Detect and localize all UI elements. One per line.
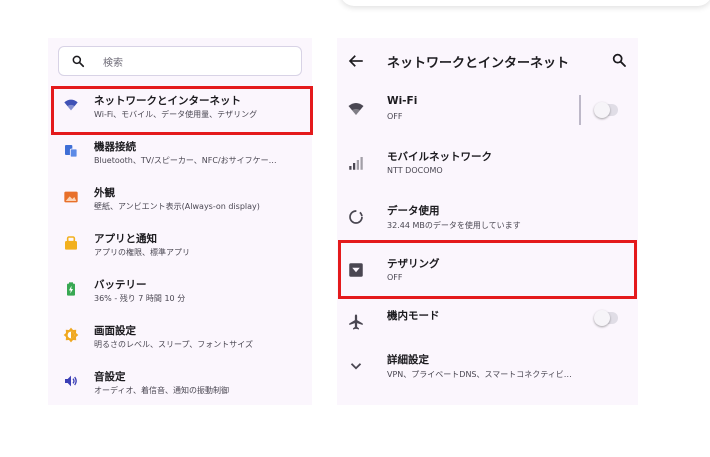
network-item-advanced[interactable]: 詳細設定 VPN、プライベートDNS、スマートコネクティビ… (337, 343, 638, 393)
highlight-network-item (51, 86, 313, 135)
item-title: アプリと通知 (94, 233, 157, 245)
item-title: 音設定 (94, 371, 126, 383)
item-subtitle: VPN、プライベートDNS、スマートコネクティビ… (387, 370, 572, 379)
settings-item-sound[interactable]: 音設定 オーディオ、着信音、通知の振動制御 (48, 363, 312, 407)
sound-icon (65, 375, 77, 387)
toggle-knob (594, 102, 610, 118)
item-subtitle: 壁紙、アンビエント表示(Always-on display) (94, 202, 260, 211)
wifi-toggle[interactable] (594, 102, 618, 118)
item-title: モバイルネットワーク (387, 151, 492, 163)
item-title: 詳細設定 (387, 354, 429, 366)
wallpaper-icon (64, 191, 78, 203)
item-subtitle: NTT DOCOMO (387, 166, 443, 175)
devices-icon (65, 145, 78, 158)
settings-item-apps-notifications[interactable]: アプリと通知 アプリの権限、標準アプリ (48, 225, 312, 269)
item-title: 画面設定 (94, 325, 136, 337)
airplane-mode-toggle[interactable] (594, 310, 618, 326)
item-subtitle: 明るさのレベル、スリープ、フォントサイズ (94, 340, 254, 349)
item-subtitle: オーディオ、着信音、通知の振動制御 (94, 386, 229, 395)
data-usage-icon (349, 210, 363, 224)
airplane-icon (349, 314, 363, 330)
network-item-wifi[interactable]: Wi-Fi OFF (337, 86, 638, 136)
item-subtitle: OFF (387, 112, 403, 121)
settings-item-battery[interactable]: バッテリー 36% - 残り 7 時間 10 分 (48, 271, 312, 315)
app-bar: ネットワークとインターネット (337, 38, 638, 84)
item-subtitle: Bluetooth、TV/スピーカー、NFC/おサイフケー… (94, 156, 277, 165)
network-item-data-usage[interactable]: データ使用 32.44 MBのデータを使用しています (337, 194, 638, 244)
item-title: 機内モード (387, 310, 440, 322)
item-title: データ使用 (387, 205, 440, 217)
highlight-tethering-item (338, 240, 637, 299)
item-subtitle: 32.44 MBのデータを使用しています (387, 221, 521, 230)
search-placeholder: 検索 (103, 58, 123, 69)
brightness-icon (63, 327, 79, 343)
page-title: ネットワークとインターネット (387, 56, 570, 71)
item-title: 機器接続 (94, 141, 136, 153)
top-card-edge (340, 0, 710, 6)
item-subtitle: 36% - 残り 7 時間 10 分 (94, 294, 186, 303)
wifi-icon (348, 103, 364, 115)
network-item-airplane-mode[interactable]: 機内モード (337, 299, 638, 349)
toggle-divider (579, 95, 581, 125)
item-title: 外観 (94, 187, 115, 199)
battery-icon (67, 282, 75, 296)
back-arrow-icon[interactable] (347, 52, 365, 70)
signal-icon (349, 157, 363, 170)
search-icon[interactable] (611, 52, 627, 68)
chevron-down-icon (350, 363, 362, 370)
settings-item-connected-devices[interactable]: 機器接続 Bluetooth、TV/スピーカー、NFC/おサイフケー… (48, 133, 312, 177)
settings-item-display-appearance[interactable]: 外観 壁紙、アンビエント表示(Always-on display) (48, 179, 312, 223)
item-subtitle: アプリの権限、標準アプリ (94, 248, 190, 257)
search-bar[interactable]: 検索 (58, 46, 302, 76)
toggle-knob (594, 310, 610, 326)
search-icon (72, 55, 85, 68)
apps-icon (65, 236, 77, 250)
network-settings-panel: ネットワークとインターネット Wi-Fi OFF モバイルネットワーク NTT … (337, 38, 638, 405)
item-title: Wi-Fi (387, 95, 418, 107)
settings-item-display[interactable]: 画面設定 明るさのレベル、スリープ、フォントサイズ (48, 317, 312, 361)
network-item-mobile-network[interactable]: モバイルネットワーク NTT DOCOMO (337, 140, 638, 190)
item-title: バッテリー (94, 279, 147, 291)
